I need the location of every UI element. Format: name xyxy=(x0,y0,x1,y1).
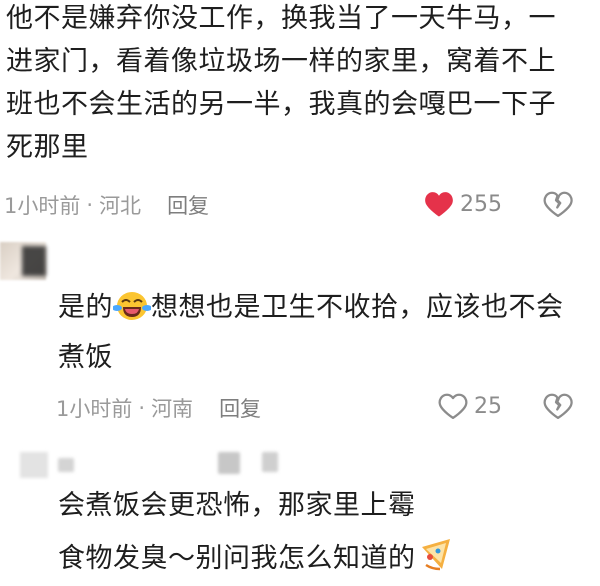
comment-2-meta: 1小时前 · 河南 回复 xyxy=(56,393,261,423)
tada-emoji-icon xyxy=(416,535,456,586)
crying-laughing-emoji-icon xyxy=(112,290,152,335)
comment-2-location: 河南 xyxy=(151,397,194,421)
comment-1-line-4: 死那里 xyxy=(6,132,89,163)
broken-heart-icon xyxy=(543,191,573,217)
username-redacted xyxy=(218,452,240,474)
broken-heart-icon xyxy=(543,393,573,419)
comment-1-meta: 1小时前 · 河北 回复 xyxy=(4,190,209,220)
avatar[interactable] xyxy=(20,452,48,478)
comment-1-time: 1小时前 xyxy=(4,194,81,218)
comment-2-line-1: 是的 想想也是卫生不收拾，应该也不会 xyxy=(58,287,564,335)
comment-1-line-2: 进家门，看着像垃圾场一样的家里，窝着不上 xyxy=(6,46,556,77)
comment-2-line-2: 煮饭 xyxy=(58,342,113,373)
comment-3-line-2: 食物发臭～别问我怎么知道的 xyxy=(58,535,456,586)
comment-3-line-1: 会煮饭会更恐怖，那家里上霉 xyxy=(58,490,416,521)
dislike-button[interactable] xyxy=(543,190,573,218)
reply-button[interactable]: 回复 xyxy=(219,393,261,423)
like-count: 25 xyxy=(474,393,502,419)
username-redacted xyxy=(58,458,74,472)
like-button[interactable]: 25 xyxy=(438,392,502,420)
comment-2-time: 1小时前 xyxy=(56,397,133,421)
meta-separator: · xyxy=(86,193,94,217)
heart-filled-icon xyxy=(425,192,453,217)
like-count: 255 xyxy=(460,191,502,217)
comment-2-text-after: 想想也是卫生不收拾，应该也不会 xyxy=(151,292,564,323)
reply-button[interactable]: 回复 xyxy=(167,190,209,220)
comment-1-line-1: 他不是嫌弃你没工作，换我当了一天牛马，一 xyxy=(6,3,556,34)
like-button[interactable]: 255 xyxy=(424,190,502,218)
comment-3-text-line-2: 食物发臭～别问我怎么知道的 xyxy=(58,543,416,574)
username-redacted xyxy=(262,452,278,472)
dislike-button[interactable] xyxy=(543,392,573,420)
comment-2-text-before: 是的 xyxy=(58,292,113,323)
heart-outline-icon xyxy=(438,393,468,419)
meta-separator: · xyxy=(138,396,146,420)
comment-1-line-3: 班也不会生活的另一半，我真的会嘎巴一下子 xyxy=(6,89,556,120)
comment-1-location: 河北 xyxy=(99,194,142,218)
avatar-shadow xyxy=(22,246,46,276)
